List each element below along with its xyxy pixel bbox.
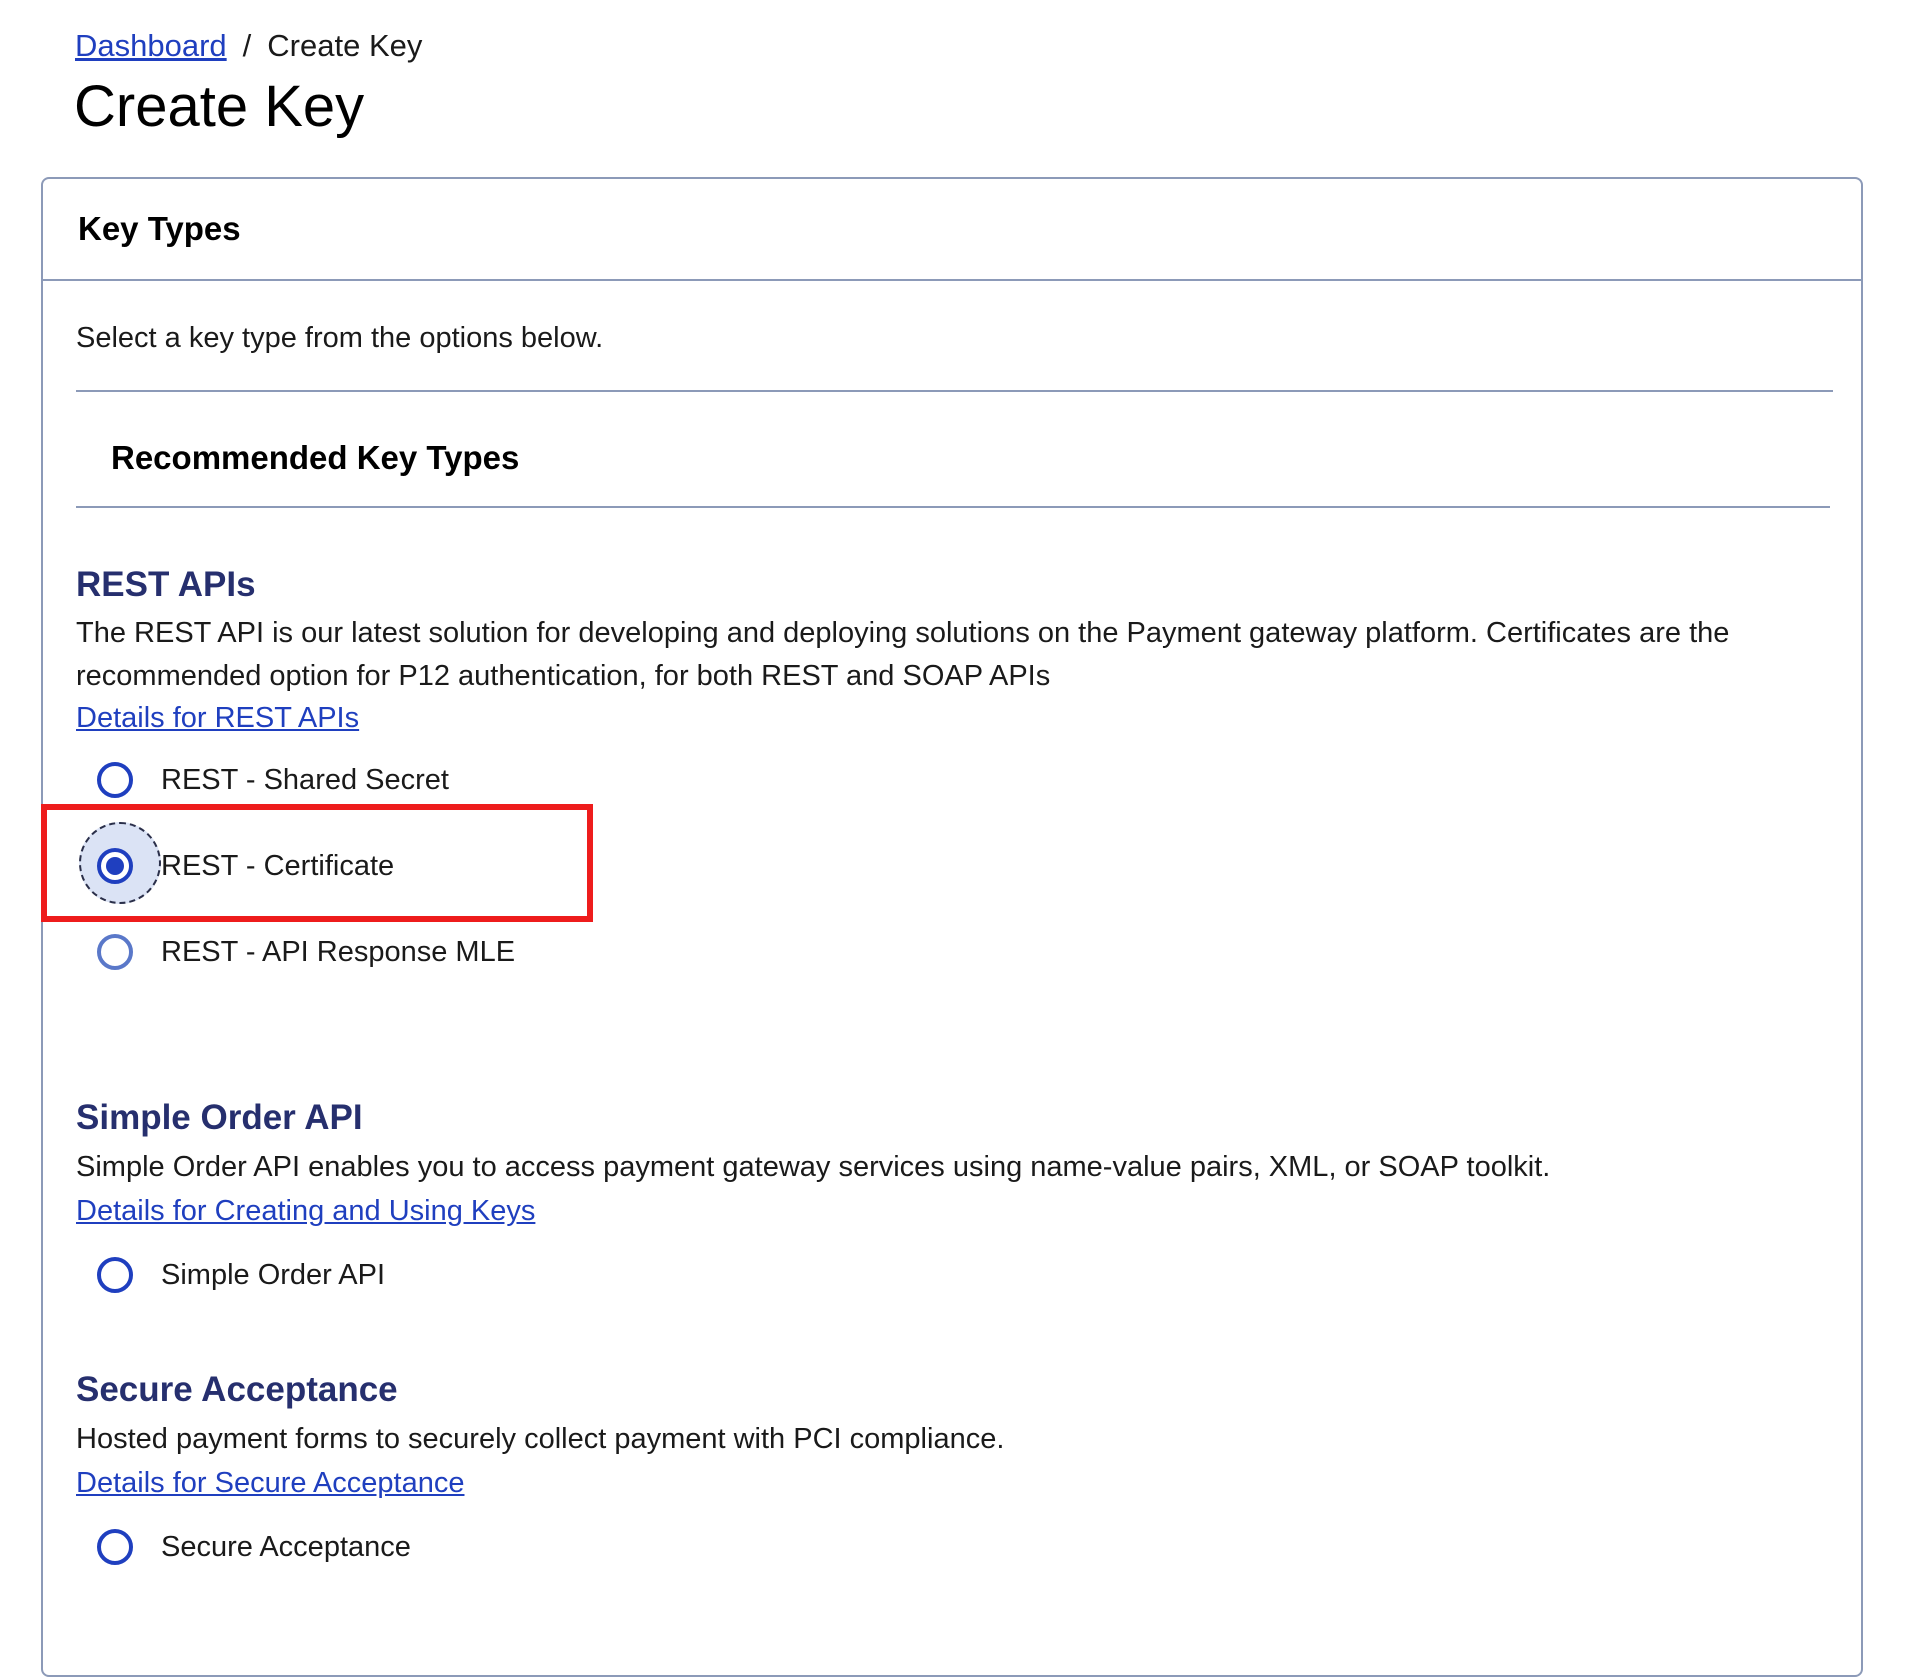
radio-button[interactable]	[97, 762, 133, 798]
radio-option-secure-acceptance[interactable]: Secure Acceptance	[97, 1524, 411, 1570]
intro-text: Select a key type from the options below…	[76, 322, 604, 354]
radio-option-rest-api-response-mle[interactable]: REST - API Response MLE	[97, 929, 515, 975]
breadcrumb-link-dashboard[interactable]: Dashboard	[75, 28, 227, 63]
card-header-title: Key Types	[78, 210, 241, 247]
radio-button[interactable]	[97, 1257, 133, 1293]
breadcrumb-current: Create Key	[267, 28, 423, 63]
simple-order-details-link[interactable]: Details for Creating and Using Keys	[76, 1193, 535, 1229]
radio-option-rest-shared-secret[interactable]: REST - Shared Secret	[97, 757, 449, 803]
radio-option-label: Simple Order API	[161, 1259, 386, 1291]
rest-apis-description: The REST API is our latest solution for …	[76, 617, 1730, 692]
breadcrumb: Dashboard / Create Key	[75, 26, 422, 66]
simple-order-description: Simple Order API enables you to access p…	[76, 1151, 1551, 1183]
radio-button[interactable]	[97, 934, 133, 970]
simple-order-title: Simple Order API	[76, 1098, 363, 1137]
radio-option-simple-order-api[interactable]: Simple Order API	[97, 1252, 385, 1298]
radio-button[interactable]	[97, 1529, 133, 1565]
rest-apis-title: REST APIs	[76, 565, 256, 604]
divider	[76, 506, 1830, 508]
secure-acceptance-details-link[interactable]: Details for Secure Acceptance	[76, 1465, 464, 1501]
radio-option-label: REST - Shared Secret	[161, 764, 449, 796]
radio-option-label: Secure Acceptance	[161, 1531, 411, 1563]
rest-apis-details-link[interactable]: Details for REST APIs	[76, 700, 359, 736]
recommended-heading: Recommended Key Types	[111, 439, 520, 476]
secure-acceptance-description: Hosted payment forms to securely collect…	[76, 1423, 1005, 1455]
radio-option-label: REST - API Response MLE	[161, 936, 516, 968]
highlight-box	[41, 804, 593, 922]
secure-acceptance-title: Secure Acceptance	[76, 1370, 398, 1409]
divider	[76, 390, 1833, 392]
breadcrumb-separator: /	[242, 28, 252, 63]
card-header: Key Types	[43, 179, 1861, 281]
page-title: Create Key	[74, 74, 365, 139]
